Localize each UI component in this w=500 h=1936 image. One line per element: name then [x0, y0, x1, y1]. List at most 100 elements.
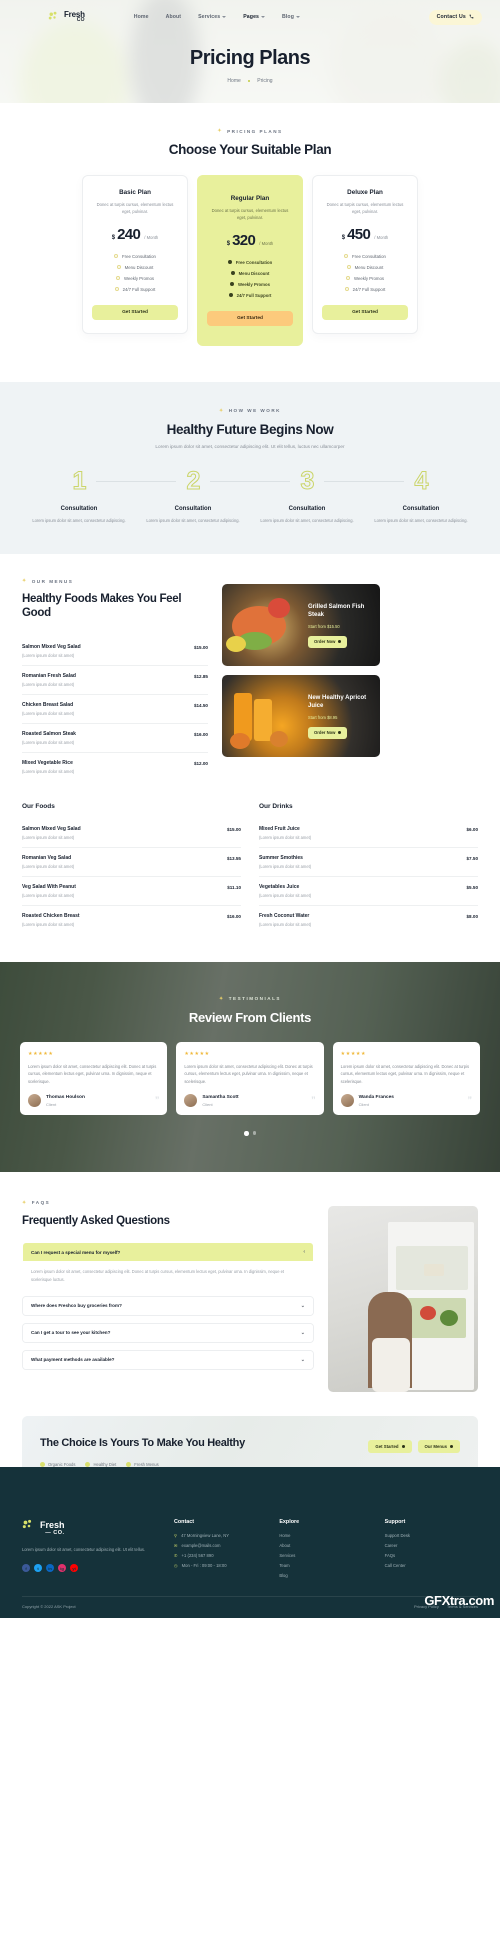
drink-row[interactable]: Vegetables Juice (Lorem ipsum dolor sit …	[259, 877, 478, 906]
menu-row[interactable]: Romanian Fresh Salad (Lorem ipsum dolor …	[22, 666, 208, 695]
faq-question-header[interactable]: What payment methods are available? ⌄	[23, 1350, 313, 1369]
footer-link-services[interactable]: Services	[279, 1553, 372, 1558]
contact-email[interactable]: ✉ example@mails.com	[174, 1543, 267, 1548]
menu-row[interactable]: Mixed Vegetable Rice (Lorem ipsum dolor …	[22, 753, 208, 781]
arrow-dot-icon	[450, 1444, 453, 1448]
faq-question: What payment methods are available?	[31, 1357, 115, 1363]
footer-link-call-center[interactable]: Call Center	[385, 1563, 478, 1568]
breadcrumb-home[interactable]: Home	[227, 78, 240, 84]
promo-card-salmon[interactable]: Grilled Salmon Fish Steak Start from $15…	[222, 584, 380, 667]
promo-title: New Healthy Apricot Juice	[308, 695, 367, 709]
carousel-dot[interactable]	[252, 1131, 256, 1135]
order-now-button[interactable]: Order Now	[308, 726, 348, 739]
feature-item: 24/7 Full Support	[92, 287, 178, 292]
contact-address[interactable]: ⚲ 47 Morningview Lane, NY	[174, 1533, 267, 1538]
feature-item: Menu Discount	[322, 265, 408, 270]
contact-phone[interactable]: ✆ +1 (234) 567 890	[174, 1553, 267, 1558]
footer-link-career[interactable]: Career	[385, 1543, 478, 1548]
nav-item-pages[interactable]: Pages	[243, 14, 266, 20]
get-started-button[interactable]: Get Started	[207, 310, 293, 326]
drink-row[interactable]: Fresh Coconut Water (Lorem ipsum dolor s…	[259, 906, 478, 934]
footer-link-about[interactable]: About	[279, 1543, 372, 1548]
order-now-button[interactable]: Order Now	[308, 635, 348, 648]
howwork-subtitle: Lorem ipsum dolor sit amet, consectetur …	[155, 443, 345, 449]
step-description: Lorem ipsum dolor sit amet, consectetur …	[260, 517, 354, 523]
promo-title: Grilled Salmon Fish Steak	[308, 604, 365, 618]
footer-link-faqs[interactable]: FAQs	[385, 1553, 478, 1558]
page-title: Pricing Plans	[189, 47, 311, 69]
menu-item-desc: (Lorem ipsum dolor sit amet)	[22, 710, 75, 716]
drink-row[interactable]: Summer Smothies (Lorem ipsum dolor sit a…	[259, 848, 478, 877]
logo-line-2: CO	[76, 17, 85, 24]
step-number: 2	[186, 466, 201, 495]
food-price: $11.10	[227, 884, 241, 890]
testimonials-eyebrow: ✦ TESTIMONIALS	[0, 996, 500, 1002]
food-row[interactable]: Veg Salad With Peanut (Lorem ipsum dolor…	[22, 877, 241, 906]
faq-item[interactable]: Where does Freshco buy groceries from? ⌄	[22, 1295, 314, 1316]
testimonials-title: Review From Clients	[188, 1009, 312, 1025]
food-name: Veg Salad With Peanut	[22, 883, 76, 890]
contact-hours[interactable]: ◷ Mon - Fri : 09:00 - 18:00	[174, 1563, 267, 1568]
footer-link-home[interactable]: Home	[279, 1533, 372, 1538]
feature-item: Menu Discount	[207, 271, 293, 276]
faq-accordion: Can I request a special menu for myself?…	[22, 1242, 314, 1370]
faq-question-header[interactable]: Can I request a special menu for myself?…	[23, 1243, 313, 1262]
footer-logo[interactable]: Fresh — CO.	[22, 1519, 162, 1538]
footer-link-team[interactable]: Team	[279, 1563, 372, 1568]
step-item: 2 Consultation Lorem ipsum dolor sit ame…	[136, 466, 290, 524]
star-icon: ✦	[22, 1199, 28, 1206]
faq-question: Can I request a special menu for myself?	[31, 1249, 121, 1255]
social-links: f t in ig yt	[22, 1564, 162, 1573]
food-row[interactable]: Roasted Chicken Breast (Lorem ipsum dolo…	[22, 906, 241, 934]
nav-item-blog[interactable]: Blog	[282, 14, 300, 20]
promo-card-juice[interactable]: New Healthy Apricot Juice Start from $8.…	[222, 675, 380, 758]
menu-row[interactable]: Salmon Mixed Veg Salad (Lorem ipsum dolo…	[22, 637, 208, 666]
facebook-icon[interactable]: f	[22, 1564, 30, 1573]
pricing-card-basic[interactable]: Basic Plan Donec at turpis cursus, eleme…	[82, 175, 188, 334]
faq-question-header[interactable]: Where does Freshco buy groceries from? ⌄	[23, 1296, 313, 1315]
carousel-dot-active[interactable]	[244, 1131, 249, 1136]
brand-logo[interactable]: Fresh CO	[48, 11, 85, 24]
cta-tag-label: Fresh Menus	[134, 1462, 159, 1468]
pricing-section: ✦ PRICING PLANS Choose Your Suitable Pla…	[0, 103, 500, 382]
footer-link-blog[interactable]: Blog	[279, 1573, 372, 1578]
drink-row[interactable]: Mixed Fruit Juice (Lorem ipsum dolor sit…	[259, 819, 478, 848]
plan-name: Deluxe Plan	[347, 189, 383, 196]
faq-item[interactable]: What payment methods are available? ⌄	[22, 1349, 314, 1370]
food-row[interactable]: Romanian Veg Salad (Lorem ipsum dolor si…	[22, 848, 241, 877]
get-started-button[interactable]: Get Started	[92, 304, 178, 320]
plan-price: $ 320 / Month	[207, 232, 293, 249]
author-name: Thomas Houlson	[46, 1094, 85, 1100]
faq-question-header[interactable]: Can I get a tour to see your kitchen? ⌄	[23, 1323, 313, 1342]
linkedin-icon[interactable]: in	[46, 1564, 54, 1573]
nav-item-services[interactable]: Services	[198, 14, 227, 20]
menu-row[interactable]: Chicken Breast Salad (Lorem ipsum dolor …	[22, 695, 208, 724]
menu-row[interactable]: Roasted Salmon Steak (Lorem ipsum dolor …	[22, 724, 208, 753]
cta-get-started-button[interactable]: Get Started	[368, 1439, 412, 1453]
pricing-card-deluxe[interactable]: Deluxe Plan Donec at turpis cursus, elem…	[312, 175, 418, 334]
drink-name: Fresh Coconut Water	[259, 912, 310, 919]
watermark: GFXtra.com	[424, 1593, 494, 1609]
instagram-icon[interactable]: ig	[58, 1564, 66, 1573]
youtube-icon[interactable]: yt	[70, 1564, 78, 1573]
quote-icon: ”	[154, 1095, 160, 1106]
plan-description: Donec at turpis cursus, elementum lectus…	[211, 208, 289, 221]
check-icon	[40, 1462, 45, 1468]
contact-us-button[interactable]: Contact Us	[428, 9, 482, 25]
faq-item-open[interactable]: Can I request a special menu for myself?…	[22, 1242, 314, 1289]
footer-link-support-desk[interactable]: Support Desk	[385, 1533, 478, 1538]
faq-item[interactable]: Can I get a tour to see your kitchen? ⌄	[22, 1322, 314, 1343]
menus-left-column: ✦ OUR MENUS Healthy Foods Makes You Feel…	[22, 578, 208, 781]
nav-item-home[interactable]: Home	[134, 14, 149, 20]
nav-item-about[interactable]: About	[166, 14, 181, 20]
cta-our-menus-button[interactable]: Our Menus	[417, 1439, 460, 1453]
get-started-button[interactable]: Get Started	[322, 304, 408, 320]
menu-item-name: Romanian Fresh Salad	[22, 672, 76, 679]
pricing-card-regular[interactable]: Regular Plan Donec at turpis cursus, ele…	[197, 175, 303, 346]
twitter-icon[interactable]: t	[34, 1564, 42, 1573]
food-row[interactable]: Salmon Mixed Veg Salad (Lorem ipsum dolo…	[22, 819, 241, 848]
foods-drinks-section: Our Foods Salmon Mixed Veg Salad (Lorem …	[0, 790, 500, 962]
chevron-down-icon	[222, 16, 227, 18]
plan-name: Basic Plan	[119, 189, 151, 196]
price-amount: 450	[347, 225, 371, 243]
